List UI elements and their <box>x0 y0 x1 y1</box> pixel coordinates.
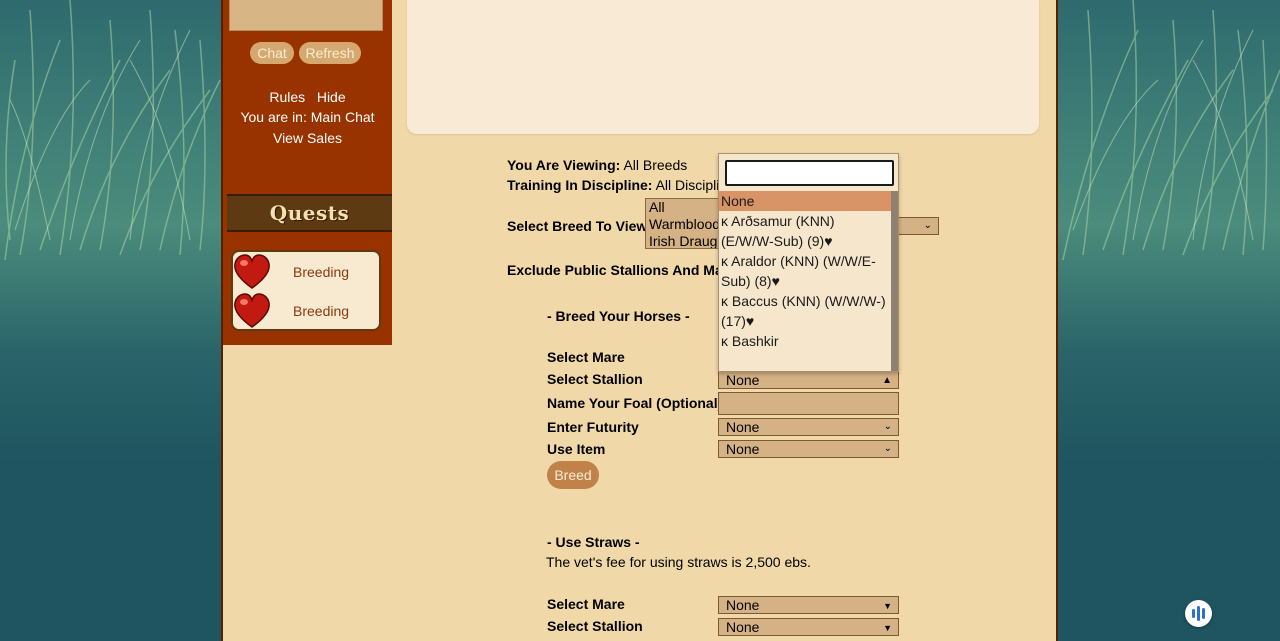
futurity-label: Enter Futurity <box>547 419 639 435</box>
heart-icon <box>234 254 270 289</box>
chevron-down-icon: ⌄ <box>923 220 932 231</box>
futurity-select-value: None <box>726 419 760 435</box>
view-sales-link[interactable]: View Sales <box>223 130 392 146</box>
grass-background-right <box>1058 0 1280 641</box>
dropdown-options-list: None ĸ Arðsamur (KNN) (E/W/W-Sub) (9)♥ ĸ… <box>719 191 891 371</box>
discipline-value: All Disciplin <box>655 177 728 193</box>
heart-icon <box>234 293 270 328</box>
straws-select-mare-label: Select Mare <box>547 596 625 612</box>
chevron-down-icon: ⌄ <box>883 443 892 454</box>
dropdown-option[interactable]: None <box>719 191 891 211</box>
dropdown-search-input[interactable] <box>725 160 894 186</box>
breed-button[interactable]: Breed <box>547 461 599 489</box>
bars-icon <box>1197 606 1200 621</box>
quest-label[interactable]: Breeding <box>293 303 349 319</box>
refresh-button[interactable]: Refresh <box>299 42 361 64</box>
dropdown-option[interactable]: ĸ Baccus (KNN) (W/W/W-) (17)♥ <box>719 291 891 331</box>
grass-background-left <box>0 0 221 641</box>
breed-option[interactable]: Warmblood <box>646 216 720 233</box>
straws-stallion-select-value: None <box>726 619 760 635</box>
foal-name-label: Name Your Foal (Optional) <box>547 395 723 411</box>
caret-down-icon: ▼ <box>883 601 892 611</box>
sidebar: Chat Refresh Rules Hide You are in: Main… <box>223 0 392 345</box>
futurity-select[interactable]: None ⌄ <box>718 418 899 436</box>
audio-widget-button[interactable] <box>1185 600 1212 627</box>
breed-option[interactable]: All <box>646 199 720 216</box>
breed-option[interactable]: Irish Draugh <box>646 233 720 248</box>
viewing-value: All Breeds <box>623 157 688 173</box>
use-item-label: Use Item <box>547 441 606 457</box>
chat-links: Rules Hide <box>223 89 392 105</box>
select-stallion-label: Select Stallion <box>547 371 643 387</box>
content-panel <box>407 0 1039 134</box>
dropdown-scroll-thumb[interactable] <box>891 191 898 371</box>
use-item-select[interactable]: None ⌄ <box>718 440 899 458</box>
straws-fee-text: The vet's fee for using straws is 2,500 … <box>546 554 811 570</box>
discipline-label: Training In Discipline: <box>507 177 653 193</box>
quests-title: Quests <box>227 194 392 232</box>
caret-down-icon: ▼ <box>883 623 892 633</box>
quest-list: Breeding Breeding <box>231 250 381 331</box>
discipline-row: Training In Discipline: All Disciplin <box>507 177 727 193</box>
viewing-label: You Are Viewing: <box>507 157 621 173</box>
straws-stallion-select[interactable]: None ▼ <box>718 618 899 636</box>
exclude-label: Exclude Public Stallions And Mar <box>507 262 729 278</box>
breed-section-title: - Breed Your Horses - <box>547 308 690 324</box>
bars-icon <box>1192 609 1195 618</box>
stallion-dropdown-popup: None ĸ Arðsamur (KNN) (E/W/W-Sub) (9)♥ ĸ… <box>718 153 899 372</box>
viewing-row: You Are Viewing: All Breeds <box>507 157 687 173</box>
quest-item[interactable]: Breeding <box>233 253 383 291</box>
chevron-down-icon: ⌄ <box>883 421 892 432</box>
quest-item[interactable]: Breeding <box>233 292 383 330</box>
hide-link[interactable]: Hide <box>317 89 346 105</box>
rules-link[interactable]: Rules <box>269 89 305 105</box>
straws-mare-select[interactable]: None ▼ <box>718 596 899 614</box>
breed-select-partial[interactable]: ⌄ <box>893 217 939 235</box>
dropdown-option[interactable]: ĸ Arðsamur (KNN) (E/W/W-Sub) (9)♥ <box>719 211 891 251</box>
quest-label[interactable]: Breeding <box>293 264 349 280</box>
dropdown-option[interactable]: ĸ Araldor (KNN) (W/W/E-Sub) (8)♥ <box>719 251 891 291</box>
dropdown-scrollbar[interactable] <box>891 191 898 371</box>
chat-button[interactable]: Chat <box>250 42 294 64</box>
stallion-select-value: None <box>726 372 760 388</box>
foal-name-input[interactable] <box>718 392 899 415</box>
straws-select-stallion-label: Select Stallion <box>547 618 643 634</box>
caret-up-icon: ▲ <box>882 375 892 386</box>
chat-message-input[interactable] <box>229 0 383 31</box>
select-breed-label: Select Breed To View <box>507 218 648 234</box>
select-mare-label: Select Mare <box>547 349 625 365</box>
straws-section-title: - Use Straws - <box>547 534 640 550</box>
stallion-select[interactable]: None ▲ <box>718 371 899 389</box>
chat-location-text: You are in: Main Chat <box>240 109 375 125</box>
use-item-select-value: None <box>726 441 760 457</box>
main-frame: Chat Refresh Rules Hide You are in: Main… <box>221 0 1058 641</box>
dropdown-option[interactable]: ĸ Bashkir <box>719 331 891 351</box>
bars-icon <box>1202 608 1205 619</box>
straws-mare-select-value: None <box>726 597 760 613</box>
breed-listbox[interactable]: All Warmblood Irish Draugh <box>645 198 721 249</box>
